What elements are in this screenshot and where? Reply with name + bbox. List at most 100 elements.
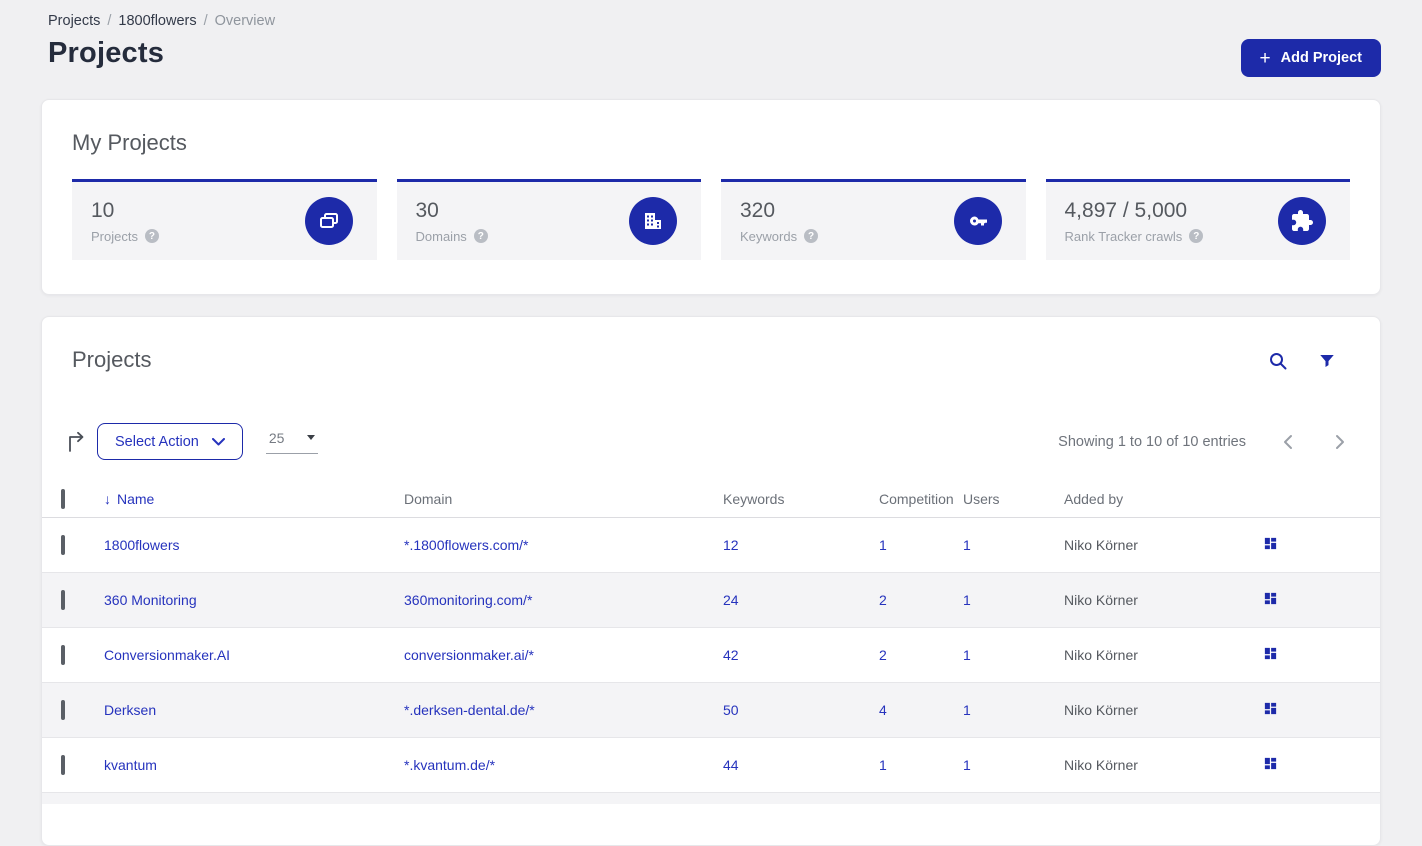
row-checkbox[interactable] bbox=[61, 535, 65, 555]
stat-keywords-label: Keywords bbox=[740, 228, 798, 244]
add-project-button[interactable]: + Add Project bbox=[1240, 39, 1381, 77]
keywords-count[interactable]: 42 bbox=[723, 647, 879, 663]
dashboard-icon[interactable] bbox=[1263, 701, 1278, 716]
help-icon[interactable]: ? bbox=[144, 229, 159, 243]
title-row: Projects + Add Project bbox=[48, 37, 1381, 77]
table-row: kvantum *.kvantum.de/* 44 1 1 Niko Körne… bbox=[42, 738, 1380, 793]
column-header-users[interactable]: Users bbox=[963, 491, 1064, 507]
dashboard-icon[interactable] bbox=[1263, 756, 1278, 771]
users-count[interactable]: 1 bbox=[963, 702, 1064, 718]
stat-domains: 30 Domains ? bbox=[396, 179, 701, 260]
project-domain-link[interactable]: 360monitoring.com/* bbox=[404, 592, 723, 608]
table-header-row: ↓ Name Domain Keywords Competition Users… bbox=[42, 480, 1380, 518]
stat-keywords: 320 Keywords ? bbox=[721, 179, 1026, 260]
sort-desc-icon: ↓ bbox=[104, 490, 111, 507]
added-by: Niko Körner bbox=[1064, 757, 1138, 773]
stat-projects-label: Projects bbox=[91, 228, 138, 244]
added-by: Niko Körner bbox=[1064, 537, 1138, 553]
keywords-count[interactable]: 12 bbox=[723, 537, 879, 553]
help-icon[interactable]: ? bbox=[473, 229, 488, 243]
added-by: Niko Körner bbox=[1064, 647, 1138, 663]
users-count[interactable]: 1 bbox=[963, 592, 1064, 608]
table-row-partial bbox=[42, 793, 1380, 804]
stat-rank-tracker-label: Rank Tracker crawls bbox=[1064, 228, 1183, 244]
keywords-count[interactable]: 24 bbox=[723, 592, 879, 608]
page-size-select[interactable]: 25 bbox=[265, 429, 318, 454]
competition-count[interactable]: 2 bbox=[879, 592, 963, 608]
prev-page-chevron[interactable] bbox=[1282, 434, 1294, 450]
projects-table-card: Projects Select Action 25 Showing 1 to 1… bbox=[41, 316, 1381, 846]
domains-building-icon bbox=[629, 197, 677, 245]
next-page-chevron[interactable] bbox=[1334, 434, 1346, 450]
stat-projects: 10 Projects ? bbox=[72, 179, 377, 260]
project-domain-link[interactable]: conversionmaker.ai/* bbox=[404, 647, 723, 663]
select-action-label: Select Action bbox=[115, 433, 199, 450]
row-checkbox[interactable] bbox=[61, 645, 65, 665]
project-name-link[interactable]: 1800flowers bbox=[104, 537, 404, 553]
stat-keywords-value: 320 bbox=[740, 198, 776, 222]
add-project-label: Add Project bbox=[1280, 50, 1362, 66]
project-name-link[interactable]: 360 Monitoring bbox=[104, 592, 404, 608]
filter-icon[interactable] bbox=[1318, 351, 1336, 371]
page-size-value: 25 bbox=[268, 429, 285, 446]
table-row: 1800flowers *.1800flowers.com/* 12 1 1 N… bbox=[42, 518, 1380, 573]
stat-projects-value: 10 bbox=[91, 198, 115, 222]
project-domain-link[interactable]: *.derksen-dental.de/* bbox=[404, 702, 723, 718]
project-domain-link[interactable]: *.1800flowers.com/* bbox=[404, 537, 723, 553]
table-row: Derksen *.derksen-dental.de/* 50 4 1 Nik… bbox=[42, 683, 1380, 738]
stats-row: 10 Projects ? 30 Domains ? 320 Keywords … bbox=[72, 179, 1350, 260]
projects-folders-icon bbox=[304, 197, 353, 245]
users-count[interactable]: 1 bbox=[963, 757, 1064, 773]
keywords-count[interactable]: 44 bbox=[723, 757, 879, 773]
users-count[interactable]: 1 bbox=[963, 647, 1064, 663]
projects-table: ↓ Name Domain Keywords Competition Users… bbox=[42, 480, 1380, 804]
project-name-link[interactable]: Conversionmaker.AI bbox=[104, 647, 404, 663]
row-checkbox[interactable] bbox=[61, 590, 65, 610]
breadcrumb-1800flowers[interactable]: 1800flowers bbox=[118, 13, 196, 29]
column-header-keywords[interactable]: Keywords bbox=[723, 491, 879, 507]
row-checkbox[interactable] bbox=[61, 700, 65, 720]
stat-rank-tracker: 4,897 / 5,000 Rank Tracker crawls ? bbox=[1045, 179, 1350, 260]
column-header-domain[interactable]: Domain bbox=[404, 491, 723, 507]
users-count[interactable]: 1 bbox=[963, 537, 1064, 553]
table-row: Conversionmaker.AI conversionmaker.ai/* … bbox=[42, 628, 1380, 683]
column-header-name[interactable]: ↓ Name bbox=[104, 491, 404, 507]
select-all-checkbox[interactable] bbox=[61, 488, 65, 509]
breadcrumb-separator: / bbox=[107, 13, 112, 29]
help-icon[interactable]: ? bbox=[804, 229, 819, 243]
dashboard-icon[interactable] bbox=[1263, 646, 1278, 661]
table-row: 360 Monitoring 360monitoring.com/* 24 2 … bbox=[42, 573, 1380, 628]
help-icon[interactable]: ? bbox=[1189, 229, 1204, 243]
projects-table-title: Projects bbox=[72, 347, 152, 372]
page: Projects / 1800flowers / Overview Projec… bbox=[0, 0, 1422, 846]
rank-tracker-puzzle-icon bbox=[1278, 197, 1326, 245]
project-name-link[interactable]: Derksen bbox=[104, 702, 404, 718]
export-arrow-icon[interactable] bbox=[66, 430, 88, 454]
keywords-count[interactable]: 50 bbox=[723, 702, 879, 718]
breadcrumb: Projects / 1800flowers / Overview bbox=[48, 13, 1381, 29]
stat-domains-label: Domains bbox=[415, 228, 467, 244]
search-icon[interactable] bbox=[1268, 351, 1288, 371]
column-header-added-by[interactable]: Added by bbox=[1064, 491, 1249, 507]
project-name-link[interactable]: kvantum bbox=[104, 757, 404, 773]
page-title: Projects bbox=[48, 37, 165, 69]
dashboard-icon[interactable] bbox=[1263, 591, 1278, 606]
competition-count[interactable]: 1 bbox=[879, 757, 963, 773]
my-projects-card: My Projects 10 Projects ? 30 Domains ? 3… bbox=[41, 99, 1381, 295]
stat-domains-value: 30 bbox=[415, 198, 439, 222]
row-checkbox[interactable] bbox=[61, 755, 65, 775]
dashboard-icon[interactable] bbox=[1263, 536, 1278, 551]
added-by: Niko Körner bbox=[1064, 592, 1138, 608]
column-header-competition[interactable]: Competition bbox=[879, 491, 963, 507]
select-action-dropdown[interactable]: Select Action bbox=[97, 423, 243, 460]
breadcrumb-overview: Overview bbox=[214, 13, 276, 29]
breadcrumb-projects[interactable]: Projects bbox=[48, 13, 100, 29]
competition-count[interactable]: 2 bbox=[879, 647, 963, 663]
stat-rank-tracker-value: 4,897 / 5,000 bbox=[1064, 198, 1188, 222]
breadcrumb-separator: / bbox=[203, 13, 208, 29]
added-by: Niko Körner bbox=[1064, 702, 1138, 718]
plus-icon: + bbox=[1259, 47, 1271, 69]
project-domain-link[interactable]: *.kvantum.de/* bbox=[404, 757, 723, 773]
competition-count[interactable]: 4 bbox=[879, 702, 963, 718]
competition-count[interactable]: 1 bbox=[879, 537, 963, 553]
